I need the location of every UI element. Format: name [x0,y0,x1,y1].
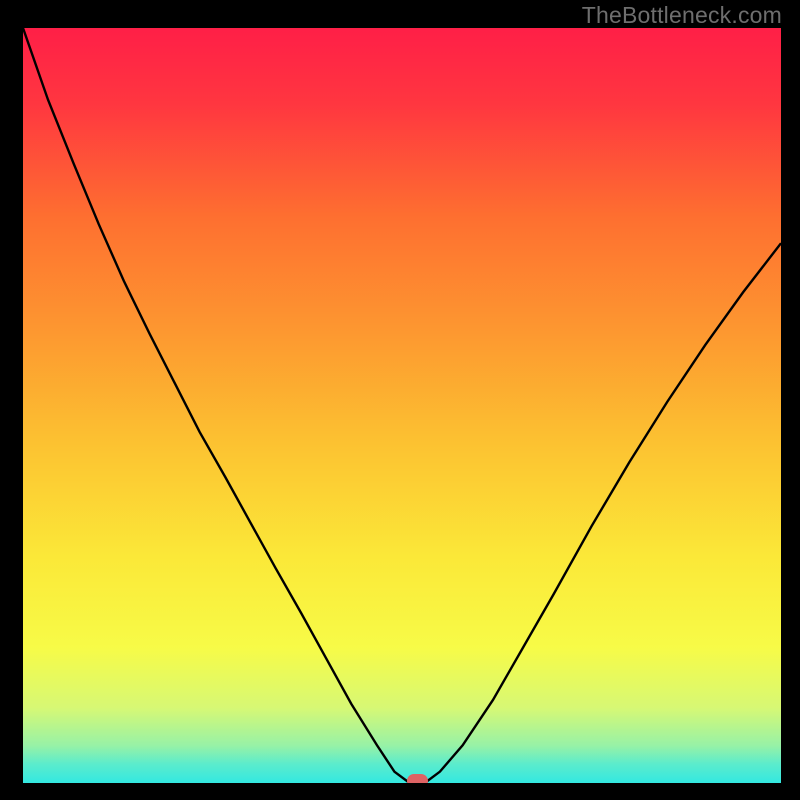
chart-frame: TheBottleneck.com [0,0,800,800]
optimal-point-marker [407,774,428,783]
chart-svg [23,28,781,783]
chart-background [23,28,781,783]
chart-plot-area [23,28,781,783]
watermark-text: TheBottleneck.com [582,2,782,29]
